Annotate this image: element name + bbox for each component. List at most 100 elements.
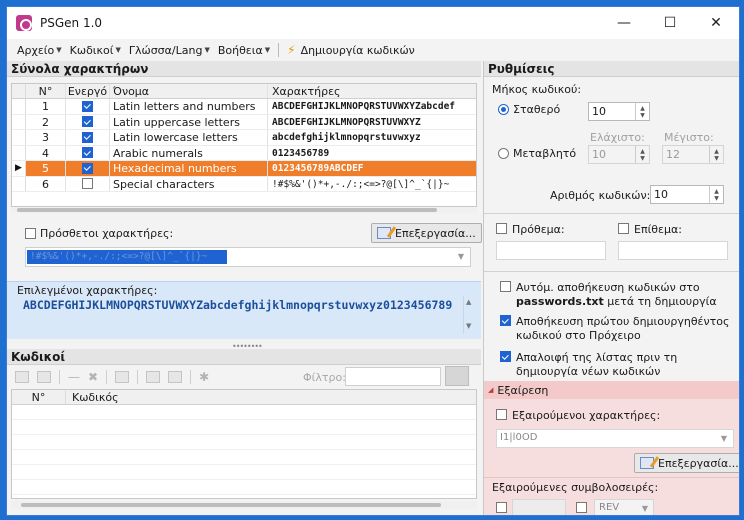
- max-length-spinner[interactable]: 12 ▲ ▼: [662, 145, 724, 164]
- selected-chars-value[interactable]: ABCDEFGHIJKLMNOPQRSTUVWXYZabcdefghijklmn…: [23, 298, 453, 313]
- table-row[interactable]: 6 Special characters !#$%&'()*+,-./:;<=>…: [12, 176, 476, 192]
- menu-language[interactable]: Γλώσσα/Lang ▼: [125, 44, 214, 57]
- scrollbar-thumb[interactable]: [17, 208, 437, 212]
- excluded-chars-toggle[interactable]: Εξαιρούμενοι χαρακτήρες:: [496, 409, 660, 423]
- exclusion-edit-button[interactable]: Επεξεργασία...: [634, 453, 739, 473]
- table-row[interactable]: 2 Latin uppercase letters ABCDEFGHIJKLMN…: [12, 114, 476, 130]
- spinner-arrows-icon[interactable]: ▲ ▼: [635, 103, 649, 120]
- extra-chars-checkbox[interactable]: [25, 228, 36, 239]
- active-checkbox[interactable]: [82, 116, 93, 128]
- scrollbar-thumb[interactable]: [21, 503, 441, 507]
- suffix-input[interactable]: [618, 241, 728, 260]
- menu-language-label: Γλώσσα/Lang: [128, 43, 203, 57]
- spinner-arrows-icon[interactable]: ▲ ▼: [709, 186, 723, 203]
- suffix-checkbox[interactable]: [618, 223, 629, 234]
- active-checkbox[interactable]: [82, 178, 93, 190]
- save-as-icon[interactable]: [168, 371, 183, 383]
- minimize-button[interactable]: —: [601, 7, 647, 39]
- spinner-arrows-icon[interactable]: ▲ ▼: [635, 146, 649, 163]
- exclusion-title: Εξαίρεση: [497, 383, 549, 397]
- rev-checkbox[interactable]: [576, 502, 587, 513]
- prefix-input[interactable]: [496, 241, 606, 260]
- active-checkbox[interactable]: [82, 100, 93, 112]
- chevron-down-icon[interactable]: ▼: [721, 434, 727, 443]
- generate-codes-button[interactable]: ⚡ Δημιουργία κωδικών: [283, 43, 419, 57]
- chevron-down-icon: ▼: [264, 46, 271, 54]
- suffix-toggle[interactable]: Επίθεμα:: [618, 223, 682, 237]
- prefix-checkbox[interactable]: [496, 223, 507, 234]
- list-view-icon[interactable]: [37, 371, 51, 383]
- fixed-radio[interactable]: [498, 104, 509, 115]
- exclusion-header[interactable]: ◢ Εξαίρεση: [484, 381, 739, 399]
- row-chars: !#$%&'()*+,-./:;<=>?@[\]^_`{|}~: [272, 178, 450, 190]
- variable-radio[interactable]: [498, 148, 509, 159]
- active-cell[interactable]: [66, 161, 110, 176]
- clear-list-checkbox[interactable]: [500, 351, 511, 362]
- column-header-code[interactable]: Κωδικός: [66, 390, 119, 404]
- extra-chars-combo[interactable]: !#$%&'()*+,-./:;<=>?@[\]^_`{|}~ ▼: [25, 247, 471, 267]
- active-cell[interactable]: [66, 145, 110, 160]
- filter-input[interactable]: [345, 367, 441, 386]
- menu-file-label: Αρχείο: [17, 43, 55, 57]
- active-checkbox[interactable]: [82, 131, 93, 143]
- rev-combo[interactable]: REV ▼: [594, 499, 654, 515]
- remove-icon[interactable]: —: [68, 370, 80, 384]
- active-cell[interactable]: [66, 130, 110, 145]
- variable-length-option[interactable]: Μεταβλητό: [498, 147, 576, 160]
- count-spinner[interactable]: 10 ▲ ▼: [650, 185, 724, 204]
- column-header-active[interactable]: Ενεργό: [66, 84, 110, 98]
- menu-help[interactable]: Βοήθεια ▼: [214, 44, 274, 57]
- fixed-length-spinner[interactable]: 10 ▲ ▼: [588, 102, 650, 121]
- delete-icon[interactable]: ✖: [88, 370, 98, 384]
- menu-codes[interactable]: Κωδικοί ▼: [66, 44, 125, 57]
- active-cell[interactable]: [66, 114, 110, 129]
- collapse-triangle-icon[interactable]: ◢: [488, 386, 493, 394]
- table-row-selected[interactable]: ▶ 5 Hexadecimal numbers 0123456789ABCDEF: [12, 161, 476, 177]
- extra-edit-button[interactable]: Επεξεργασία...: [371, 223, 482, 243]
- table-row[interactable]: 3 Latin lowercase letters abcdefghijklmn…: [12, 130, 476, 146]
- selected-chars-scrollbar[interactable]: ▲ ▼: [463, 296, 475, 334]
- autosave-toggle[interactable]: Αυτόμ. αποθήκευση κωδικών στο passwords.…: [500, 281, 730, 309]
- active-cell[interactable]: [66, 176, 110, 191]
- chevron-down-icon: ▼: [204, 46, 210, 54]
- filter-button[interactable]: [445, 366, 469, 386]
- charsets-horizontal-scrollbar[interactable]: [11, 207, 477, 213]
- clipboard-checkbox[interactable]: [500, 315, 511, 326]
- active-checkbox[interactable]: [82, 162, 93, 174]
- active-checkbox[interactable]: [82, 147, 93, 159]
- chevron-down-icon[interactable]: ▼: [642, 504, 648, 513]
- scroll-down-icon[interactable]: ▼: [466, 322, 471, 330]
- autosave-checkbox[interactable]: [500, 281, 511, 292]
- app-logo-icon: [16, 15, 32, 31]
- save-icon[interactable]: [146, 371, 161, 383]
- excluded-chars-checkbox[interactable]: [496, 409, 507, 420]
- maximize-button[interactable]: ☐: [647, 7, 693, 39]
- min-length-spinner[interactable]: 10 ▲ ▼: [588, 145, 650, 164]
- scroll-up-icon[interactable]: ▲: [466, 298, 471, 306]
- chevron-down-icon[interactable]: ▼: [458, 252, 464, 261]
- clear-list-toggle[interactable]: Απαλοιφή της λίστας πριν τη δημιουργία ν…: [500, 351, 730, 379]
- codes-horizontal-scrollbar[interactable]: [11, 501, 477, 509]
- extra-chars-toggle[interactable]: Πρόσθετοι χαρακτήρες:: [25, 227, 173, 240]
- column-header-num[interactable]: N°: [26, 84, 66, 98]
- prefix-toggle[interactable]: Πρόθεμα:: [496, 223, 565, 237]
- close-button[interactable]: ✕: [693, 7, 739, 39]
- fixed-length-option[interactable]: Σταθερό: [498, 103, 560, 116]
- column-header-num[interactable]: N°: [12, 390, 66, 404]
- table-row[interactable]: 4 Arabic numerals 0123456789: [12, 145, 476, 161]
- active-cell[interactable]: [66, 99, 110, 114]
- asterisk-icon[interactable]: ✱: [199, 370, 209, 384]
- excluded-strings-input[interactable]: [512, 499, 566, 515]
- column-header-chars[interactable]: Χαρακτήρες: [268, 84, 476, 98]
- excluded-strings-checkbox[interactable]: [496, 502, 507, 513]
- grid-view-icon[interactable]: [15, 371, 29, 383]
- extra-chars-label: Πρόσθετοι χαρακτήρες:: [40, 227, 174, 240]
- column-header-name[interactable]: Όνομα: [110, 84, 268, 98]
- menu-file[interactable]: Αρχείο ▼: [13, 44, 66, 57]
- excluded-chars-combo[interactable]: I1|l0OD ▼: [496, 429, 734, 448]
- copy-icon[interactable]: [115, 371, 130, 383]
- row-chars: 0123456789ABCDEF: [272, 163, 364, 174]
- spinner-arrows-icon[interactable]: ▲ ▼: [709, 146, 723, 163]
- table-row[interactable]: 1 Latin letters and numbers ABCDEFGHIJKL…: [12, 99, 476, 115]
- clipboard-toggle[interactable]: Αποθήκευση πρώτου δημιουργηθέντος κωδικο…: [500, 315, 734, 343]
